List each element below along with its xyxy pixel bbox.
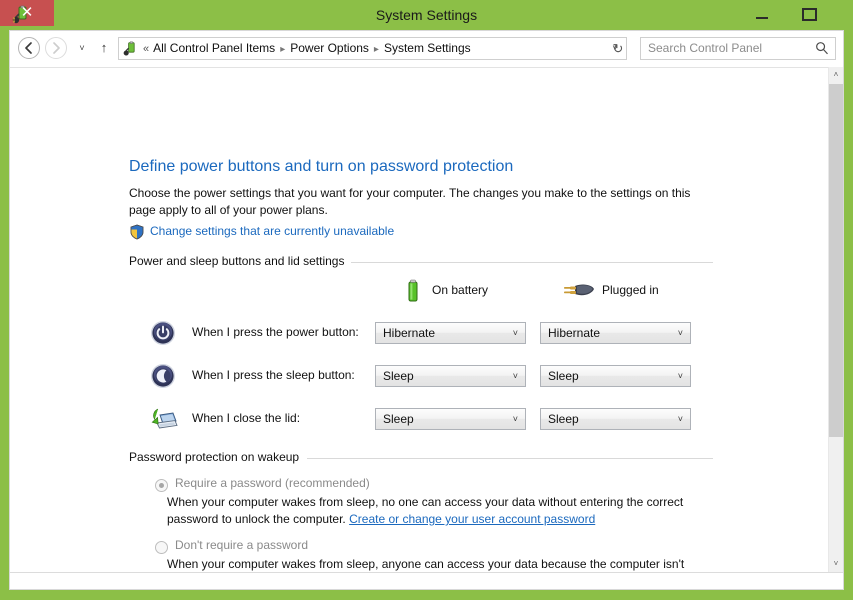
breadcrumb-overflow-icon[interactable]: «	[143, 43, 153, 55]
setting-label-power-button: When I press the power button:	[192, 325, 359, 339]
recent-locations-button[interactable]: ˅	[73, 37, 91, 59]
radio-description-require-password: When your computer wakes from sleep, no …	[167, 494, 687, 528]
vertical-scrollbar[interactable]: ˄ ˅	[828, 67, 843, 572]
chevron-down-icon: ˅	[677, 371, 683, 381]
footer-bar: Save changes Cancel	[10, 572, 843, 589]
search-input[interactable]: Search Control Panel	[640, 37, 836, 60]
address-bar[interactable]: «All Control Panel Items ▸ Power Options ▸ S…	[118, 37, 627, 60]
group-header-power-buttons: Power and sleep buttons and lid settings	[129, 254, 713, 270]
scroll-down-icon[interactable]: ˅	[829, 556, 843, 572]
create-change-password-link[interactable]: Create or change your user account passw…	[349, 512, 595, 526]
system-settings-window: System Settings ✕ ˅ ↑ « All Control Pane…	[0, 0, 853, 600]
close-button[interactable]: ✕	[0, 0, 54, 26]
refresh-button[interactable]: ↻	[607, 38, 629, 59]
navigation-bar: ˅ ↑ «All Control Panel Items ▸ Power Optio…	[10, 31, 843, 66]
power-button-plugged-in-select[interactable]: Hibernate ˅	[540, 322, 691, 344]
client-area: ˅ ↑ «All Control Panel Items ▸ Power Optio…	[9, 30, 844, 590]
radio-button-no-password[interactable]	[155, 541, 168, 554]
uac-shield-icon	[129, 224, 145, 240]
sleep-button-plugged-in-value: Sleep	[548, 369, 579, 383]
maximize-icon	[802, 8, 817, 21]
back-button[interactable]	[18, 37, 40, 59]
up-button[interactable]: ↑	[95, 37, 113, 59]
page-title: Define power buttons and turn on passwor…	[129, 158, 514, 175]
setting-label-close-lid: When I close the lid:	[192, 411, 301, 425]
power-button-on-battery-value: Hibernate	[383, 326, 436, 340]
close-icon: ✕	[20, 4, 34, 21]
scrollbar-thumb[interactable]	[829, 84, 843, 437]
group-divider	[351, 262, 713, 263]
group-header-password-protection: Password protection on wakeup	[129, 450, 713, 466]
breadcrumb: «All Control Panel Items ▸ Power Options ▸ S…	[143, 38, 471, 59]
chevron-down-icon: ˅	[512, 328, 518, 338]
radio-option-require-password[interactable]: Require a password (recommended) When yo…	[10, 476, 710, 532]
group-label-password-protection: Password protection on wakeup	[129, 450, 307, 464]
minimize-icon	[756, 17, 768, 19]
battery-icon	[402, 279, 424, 308]
radio-label-no-password: Don't require a password	[175, 538, 309, 552]
title-bar: System Settings ✕	[0, 0, 853, 30]
breadcrumb-item-1[interactable]: Power Options	[290, 41, 369, 55]
close-lid-plugged-in-select[interactable]: Sleep ˅	[540, 408, 691, 430]
power-plug-icon	[562, 281, 596, 306]
group-divider	[307, 458, 713, 459]
sleep-moon-icon	[150, 363, 176, 389]
maximize-button[interactable]	[785, 0, 831, 26]
sleep-button-on-battery-value: Sleep	[383, 369, 414, 383]
power-button-icon	[150, 320, 176, 346]
breadcrumb-separator-icon: ▸	[373, 44, 379, 55]
close-lid-on-battery-value: Sleep	[383, 412, 414, 426]
power-button-plugged-in-value: Hibernate	[548, 326, 601, 340]
column-label-plugged-in: Plugged in	[602, 283, 659, 297]
radio-button-require-password[interactable]	[155, 479, 168, 492]
close-lid-plugged-in-value: Sleep	[548, 412, 579, 426]
group-label-power-buttons: Power and sleep buttons and lid settings	[129, 254, 352, 268]
sleep-button-on-battery-select[interactable]: Sleep ˅	[375, 365, 526, 387]
radio-label-require-password: Require a password (recommended)	[175, 476, 370, 490]
content-pane: Define power buttons and turn on passwor…	[10, 67, 828, 588]
breadcrumb-separator-icon: ▸	[280, 44, 286, 55]
window-title: System Settings	[375, 7, 478, 23]
breadcrumb-item-2[interactable]: System Settings	[384, 41, 471, 55]
setting-label-sleep-button: When I press the sleep button:	[192, 368, 355, 382]
forward-button[interactable]	[45, 37, 67, 59]
column-label-on-battery: On battery	[432, 283, 489, 297]
change-settings-link[interactable]: Change settings that are currently unava…	[150, 223, 394, 240]
page-description: Choose the power settings that you want …	[129, 186, 691, 217]
chevron-down-icon: ˅	[512, 371, 518, 381]
chevron-down-icon: ˅	[677, 328, 683, 338]
sleep-button-plugged-in-select[interactable]: Sleep ˅	[540, 365, 691, 387]
chevron-down-icon: ˅	[677, 414, 683, 424]
minimize-button[interactable]	[739, 0, 785, 26]
search-icon	[815, 41, 829, 55]
breadcrumb-item-0[interactable]: All Control Panel Items	[153, 41, 275, 55]
address-power-options-icon	[123, 41, 139, 57]
power-button-on-battery-select[interactable]: Hibernate ˅	[375, 322, 526, 344]
scroll-up-icon[interactable]: ˄	[829, 67, 843, 83]
chevron-down-icon: ˅	[512, 414, 518, 424]
close-lid-on-battery-select[interactable]: Sleep ˅	[375, 408, 526, 430]
search-placeholder: Search Control Panel	[648, 41, 763, 55]
laptop-lid-icon	[150, 406, 178, 432]
